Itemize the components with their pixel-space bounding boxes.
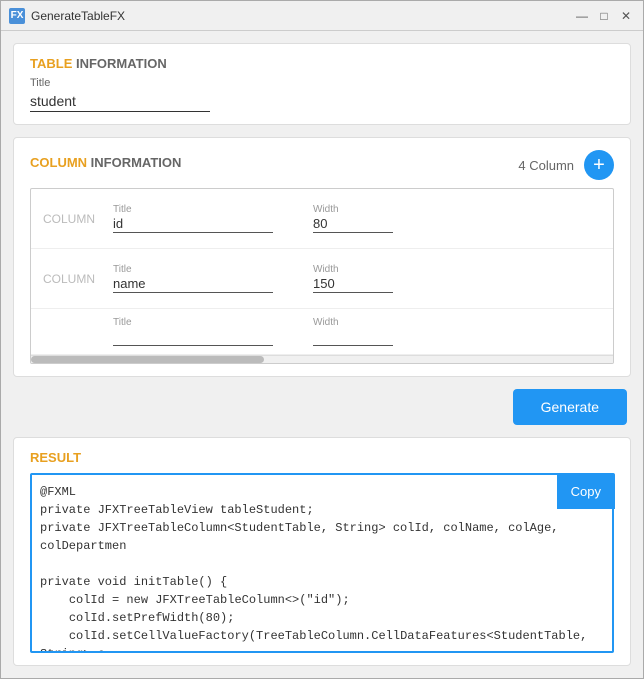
table-info-title-normal: INFORMATION xyxy=(72,56,166,71)
add-column-button[interactable]: + xyxy=(584,150,614,180)
column-width-label: Width xyxy=(313,264,393,275)
column-title-input-1[interactable] xyxy=(113,215,273,233)
column-info-title-normal: INFORMATION xyxy=(87,155,181,170)
table-info-section: TABLE INFORMATION Title xyxy=(13,43,631,125)
column-row-label: COLUMN xyxy=(43,212,113,226)
column-title-input-2[interactable] xyxy=(113,275,273,293)
window-controls: — □ ✕ xyxy=(573,7,635,25)
title-bar: FX GenerateTableFX — □ ✕ xyxy=(1,1,643,31)
app-icon-label: FX xyxy=(11,10,24,21)
close-button[interactable]: ✕ xyxy=(617,7,635,25)
table-info-title: TABLE INFORMATION xyxy=(30,56,614,71)
result-content: @FXML private JFXTreeTableView tableStud… xyxy=(30,473,614,653)
column-row-fields: Title Width xyxy=(113,264,601,293)
content-area: TABLE INFORMATION Title COLUMN INFORMATI… xyxy=(1,31,643,678)
column-row-fields: Title Width xyxy=(113,317,601,346)
actions-row: Generate xyxy=(13,389,631,425)
column-row: COLUMN Title Width xyxy=(31,249,613,309)
column-count-area: 4 Column + xyxy=(518,150,614,180)
column-width-input-1[interactable] xyxy=(313,215,393,233)
column-count-label: 4 Column xyxy=(518,158,574,173)
column-title-field: Title xyxy=(113,317,273,346)
column-info-section: COLUMN INFORMATION 4 Column + COLUMN Tit… xyxy=(13,137,631,377)
column-row-label: COLUMN xyxy=(43,272,113,286)
columns-container[interactable]: COLUMN Title Width xyxy=(30,188,614,364)
app-icon: FX xyxy=(9,8,25,24)
column-title-label: Title xyxy=(113,317,273,328)
column-info-title-highlight: COLUMN xyxy=(30,155,87,170)
result-title-highlight: RESULT xyxy=(30,450,81,465)
column-info-header: COLUMN INFORMATION 4 Column + xyxy=(30,150,614,180)
main-window: FX GenerateTableFX — □ ✕ TABLE INFORMATI… xyxy=(0,0,644,679)
horizontal-scrollbar[interactable] xyxy=(31,355,613,363)
minimize-button[interactable]: — xyxy=(573,7,591,25)
title-field-label: Title xyxy=(30,77,614,89)
column-width-label: Width xyxy=(313,204,393,215)
column-row: Title Width xyxy=(31,309,613,355)
column-title-field: Title xyxy=(113,264,273,293)
column-width-label: Width xyxy=(313,317,393,328)
column-width-input-2[interactable] xyxy=(313,275,393,293)
scrollbar-thumb xyxy=(31,356,264,363)
copy-button[interactable]: Copy xyxy=(557,473,615,509)
result-textarea[interactable]: @FXML private JFXTreeTableView tableStud… xyxy=(30,473,614,653)
column-row-fields: Title Width xyxy=(113,204,601,233)
column-field-group: Title Width xyxy=(113,317,601,346)
column-field-group: Title Width xyxy=(113,264,601,293)
column-width-input-3[interactable] xyxy=(313,328,393,346)
generate-button[interactable]: Generate xyxy=(513,389,627,425)
result-section: RESULT @FXML private JFXTreeTableView ta… xyxy=(13,437,631,666)
column-width-field: Width xyxy=(313,317,393,346)
column-field-group: Title Width xyxy=(113,204,601,233)
column-title-label: Title xyxy=(113,204,273,215)
column-title-input-3[interactable] xyxy=(113,328,273,346)
maximize-button[interactable]: □ xyxy=(595,7,613,25)
column-row: COLUMN Title Width xyxy=(31,189,613,249)
column-width-field: Width xyxy=(313,264,393,293)
window-title: GenerateTableFX xyxy=(31,9,573,23)
column-title-label: Title xyxy=(113,264,273,275)
table-info-title-highlight: TABLE xyxy=(30,56,72,71)
column-width-field: Width xyxy=(313,204,393,233)
column-title-field: Title xyxy=(113,204,273,233)
column-info-title: COLUMN INFORMATION xyxy=(30,155,181,170)
result-title: RESULT xyxy=(30,450,614,465)
title-input[interactable] xyxy=(30,91,210,112)
